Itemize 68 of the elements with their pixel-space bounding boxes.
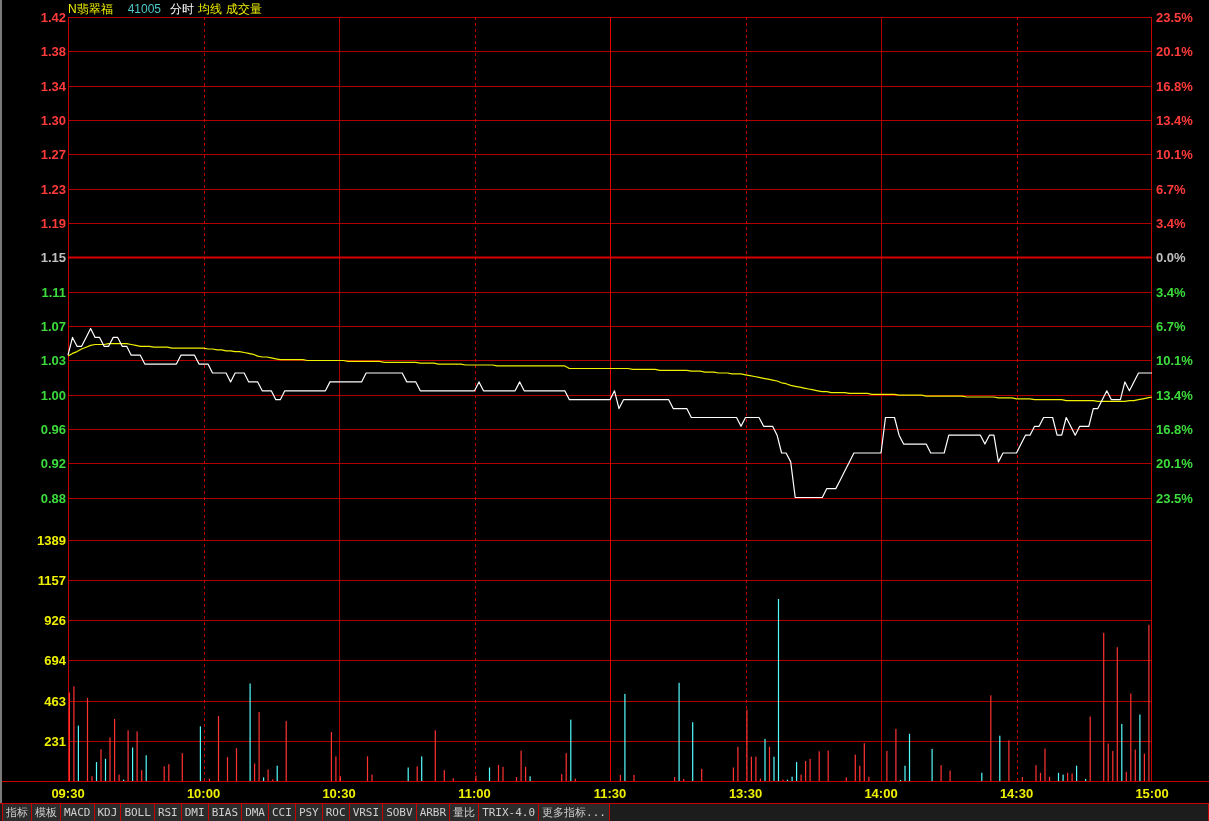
stock-code: 41005 bbox=[127, 2, 162, 15]
indicator-tab[interactable]: DMI bbox=[181, 804, 209, 821]
indicator-tab[interactable]: BIAS bbox=[208, 804, 243, 821]
percent-tick-label: 10.1% bbox=[1156, 353, 1193, 367]
volume-tick-label: 926 bbox=[44, 613, 66, 627]
percent-tick-label: 0.0% bbox=[1156, 250, 1186, 264]
price-tick-label: 1.15 bbox=[40, 250, 66, 264]
time-tick-label: 10:30 bbox=[322, 786, 356, 799]
volume-tick-label: 1157 bbox=[37, 573, 66, 587]
price-tick-label: 1.23 bbox=[40, 182, 66, 196]
indicator-tab[interactable]: ROC bbox=[322, 804, 350, 821]
time-tick-label: 14:30 bbox=[999, 786, 1034, 799]
price-tick-label: 1.11 bbox=[41, 285, 66, 299]
price-tick-label: 0.96 bbox=[40, 422, 66, 436]
percent-tick-label: 16.8% bbox=[1156, 422, 1193, 436]
indicator-tab[interactable]: CCI bbox=[269, 804, 296, 821]
price-tick-label: 1.00 bbox=[40, 388, 66, 402]
time-tick-label: 14:00 bbox=[864, 786, 898, 799]
legend-label: 均线 bbox=[198, 2, 223, 15]
volume-tick-label: 694 bbox=[44, 654, 66, 667]
indicator-tab[interactable]: 模板 bbox=[32, 804, 61, 821]
volume-tick-label: 463 bbox=[44, 694, 66, 708]
price-tick-label: 0.92 bbox=[40, 456, 66, 470]
price-tick-label: 1.38 bbox=[40, 44, 66, 58]
indicator-tab[interactable]: SOBV bbox=[383, 804, 417, 821]
time-tick-label: 10:00 bbox=[186, 786, 221, 799]
indicator-tab[interactable]: PSY bbox=[295, 804, 323, 821]
legend-label: 分时 bbox=[170, 2, 195, 15]
percent-tick-label: 23.5% bbox=[1156, 10, 1193, 24]
time-tick-label: 09:30 bbox=[51, 786, 85, 799]
price-tick-label: 1.27 bbox=[40, 147, 66, 161]
time-tick-label: 11:00 bbox=[458, 786, 491, 799]
percent-tick-label: 3.4% bbox=[1156, 216, 1186, 230]
percent-tick-label: 13.4% bbox=[1156, 113, 1193, 127]
percent-tick-label: 16.8% bbox=[1156, 79, 1193, 93]
time-tick-label: 13:30 bbox=[728, 786, 763, 799]
percent-tick-label: 10.1% bbox=[1156, 147, 1193, 161]
price-tick-label: 0.88 bbox=[40, 491, 66, 505]
time-tick-label: 11:30 bbox=[593, 786, 627, 799]
price-tick-label: 1.19 bbox=[40, 216, 66, 230]
indicator-tab[interactable]: DMA bbox=[242, 804, 269, 821]
percent-tick-label: 20.1% bbox=[1156, 456, 1193, 470]
time-tick-label: 15:00 bbox=[1135, 786, 1169, 799]
price-tick-label: 1.34 bbox=[40, 79, 66, 93]
percent-tick-label: 6.7% bbox=[1156, 182, 1186, 196]
percent-tick-label: 3.4% bbox=[1156, 285, 1186, 299]
price-tick-label: 1.30 bbox=[40, 113, 66, 127]
indicator-tab[interactable]: BOLL bbox=[121, 804, 155, 821]
percent-tick-label: 13.4% bbox=[1156, 388, 1193, 402]
volume-tick-label: 1389 bbox=[37, 533, 66, 547]
percent-tick-label: 6.7% bbox=[1156, 319, 1186, 333]
indicator-tab[interactable]: VRSI bbox=[349, 804, 384, 821]
indicator-tab[interactable]: RSI bbox=[154, 804, 182, 821]
volume-tick-label: 231 bbox=[44, 734, 66, 748]
indicator-tab[interactable]: 量比 bbox=[450, 804, 480, 821]
stock-name: N翡翠福 bbox=[68, 2, 113, 15]
percent-tick-label: 23.5% bbox=[1156, 491, 1193, 505]
indicator-tab[interactable]: 更多指标... bbox=[539, 804, 610, 821]
indicator-tab[interactable]: TRIX-4.0 bbox=[479, 804, 540, 821]
indicator-tab[interactable]: MACD bbox=[61, 804, 95, 821]
price-tick-label: 1.03 bbox=[40, 353, 66, 367]
price-tick-label: 1.07 bbox=[40, 319, 66, 333]
price-tick-label: 1.42 bbox=[40, 10, 66, 24]
legend-label: 成交量 bbox=[226, 2, 263, 15]
indicator-tab[interactable]: 指标 bbox=[2, 804, 32, 821]
indicator-tab[interactable]: KDJ bbox=[94, 804, 122, 821]
indicator-tab[interactable]: ARBR bbox=[416, 804, 451, 821]
percent-tick-label: 20.1% bbox=[1156, 44, 1193, 58]
